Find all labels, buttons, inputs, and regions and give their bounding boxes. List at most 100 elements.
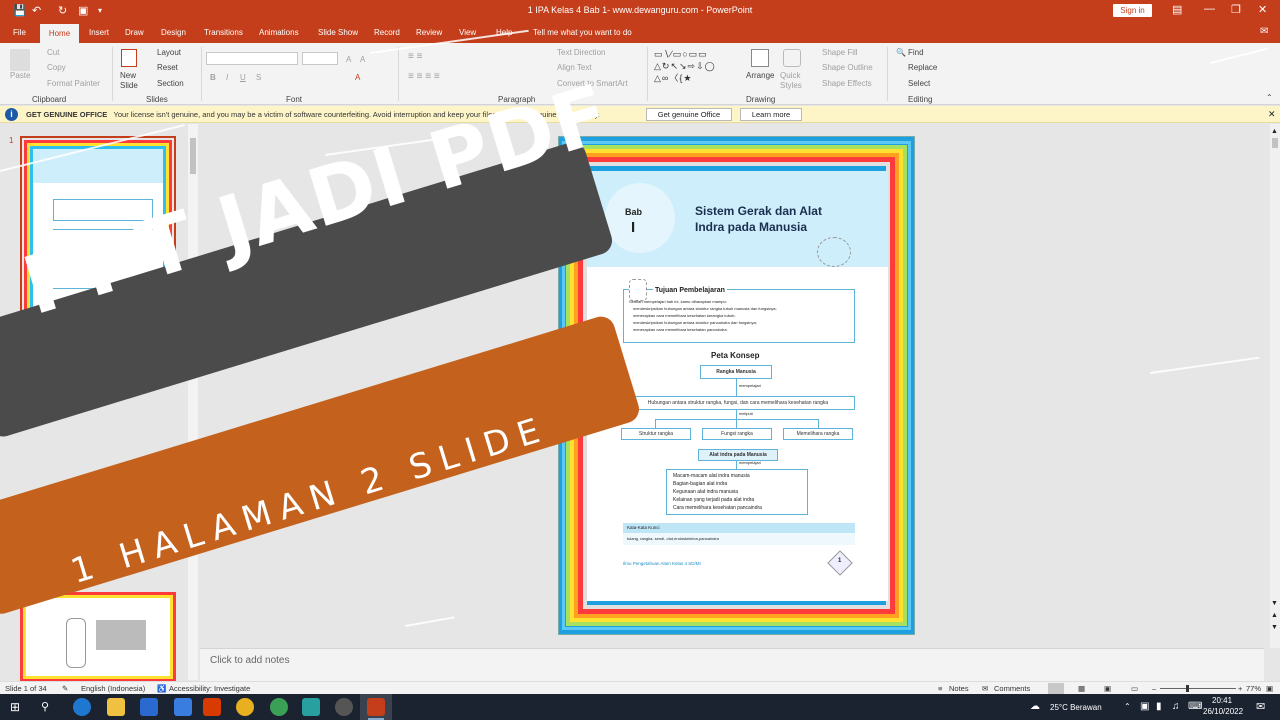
reset-button[interactable]: Reset (157, 63, 178, 72)
learn-more-button[interactable]: Learn more (740, 108, 802, 121)
windows-start-icon[interactable]: ⊞ (10, 700, 20, 714)
bold-icon[interactable]: B (210, 73, 216, 82)
paste-icon[interactable] (10, 49, 30, 71)
next-slide-icon[interactable]: ▼ (1271, 624, 1278, 631)
comments-button[interactable]: Comments (994, 684, 1030, 693)
ribbon-display-options-icon[interactable]: ▤ (1172, 3, 1182, 16)
language-indicator[interactable]: English (Indonesia) (81, 684, 145, 693)
quick-styles-icon[interactable] (783, 49, 801, 67)
close-icon[interactable]: ✕ (1258, 3, 1267, 16)
cut-button[interactable]: Cut (47, 48, 59, 57)
weather-icon[interactable]: ☁ (1030, 701, 1040, 712)
edge-icon[interactable] (73, 698, 91, 716)
font-family-dropdown[interactable] (206, 52, 298, 65)
maximize-icon[interactable]: ❐ (1231, 3, 1241, 16)
spelling-icon[interactable]: ✎ (62, 684, 68, 693)
slide-thumbnail-2[interactable] (20, 592, 176, 682)
tray-chevron-icon[interactable]: ⌃ (1124, 702, 1131, 711)
decrease-font-icon[interactable]: A (360, 55, 365, 64)
quick-styles-button[interactable]: Quick Styles (780, 71, 804, 91)
get-genuine-button[interactable]: Get genuine Office (646, 108, 732, 121)
arrange-icon[interactable] (751, 49, 769, 67)
volume-icon[interactable]: ♫ (1172, 701, 1180, 712)
font-color-icon[interactable]: A (355, 73, 360, 82)
collapse-ribbon-icon[interactable]: ⌃ (1266, 93, 1273, 102)
scroll-thumb[interactable] (1272, 138, 1278, 148)
accessibility-status[interactable]: Accessibility: Investigate (169, 684, 250, 693)
slide-scrollbar[interactable]: ▲ ▼ ▲ ▼ (1270, 124, 1280, 648)
shape-fill-button[interactable]: Shape Fill (822, 48, 858, 57)
tell-me-search[interactable]: Tell me what you want to do (533, 28, 632, 37)
new-slide-icon[interactable] (121, 49, 137, 67)
tab-draw[interactable]: Draw (125, 28, 144, 37)
notes-icon[interactable]: ≡ (938, 684, 942, 693)
sign-in-button[interactable]: Sign in (1113, 4, 1152, 17)
notes-button[interactable]: Notes (949, 684, 969, 693)
copy-button[interactable]: Copy (47, 63, 66, 72)
powerpoint-icon[interactable] (367, 698, 385, 716)
file-explorer-icon[interactable] (107, 698, 125, 716)
tab-file[interactable]: File (13, 28, 26, 37)
zoom-in-icon[interactable]: + (1238, 684, 1242, 693)
increase-font-icon[interactable]: A (346, 55, 351, 64)
notifications-icon[interactable]: ✉ (1256, 700, 1265, 713)
chrome-icon[interactable] (236, 698, 254, 716)
select-button[interactable]: Select (908, 79, 930, 88)
notes-pane[interactable]: Click to add notes (200, 648, 1264, 681)
scroll-down-icon[interactable]: ▼ (1271, 600, 1278, 607)
shape-effects-button[interactable]: Shape Effects (822, 79, 872, 88)
normal-view-icon[interactable] (1048, 683, 1064, 694)
arrange-button[interactable]: Arrange (746, 71, 774, 80)
tab-transitions[interactable]: Transitions (204, 28, 243, 37)
weather-text[interactable]: 25°C Berawan (1050, 703, 1102, 712)
tab-design[interactable]: Design (161, 28, 186, 37)
fit-slide-icon[interactable]: ▣ (1266, 684, 1273, 693)
tab-review[interactable]: Review (416, 28, 442, 37)
slide-sorter-icon[interactable]: ▦ (1078, 684, 1085, 693)
tab-home[interactable]: Home (40, 24, 79, 43)
text-direction-button[interactable]: Text Direction (557, 48, 605, 57)
shape-outline-button[interactable]: Shape Outline (822, 63, 873, 72)
layout-button[interactable]: Layout (157, 48, 181, 57)
tab-record[interactable]: Record (374, 28, 400, 37)
shadow-icon[interactable]: S (256, 73, 261, 82)
paste-button[interactable]: Paste (10, 71, 30, 80)
shapes-gallery[interactable]: ▭∖∕▭○▭▭ △↻↖↘⇨⇩◯ △∞〈{★ (654, 48, 739, 88)
minimize-icon[interactable]: — (1204, 3, 1215, 15)
replace-button[interactable]: Replace (908, 63, 937, 72)
reading-view-icon[interactable]: ▣ (1104, 684, 1111, 693)
chrome-profile-icon[interactable] (270, 698, 288, 716)
find-button[interactable]: Find (908, 48, 924, 57)
underline-icon[interactable]: U (240, 73, 246, 82)
scroll-up-icon[interactable]: ▲ (1271, 128, 1278, 135)
keyboard-icon[interactable]: ⌨ (1188, 701, 1202, 712)
zoom-level[interactable]: 77% (1246, 684, 1261, 693)
font-size-dropdown[interactable] (302, 52, 338, 65)
search-icon[interactable]: ⚲ (41, 700, 49, 713)
italic-icon[interactable]: I (226, 73, 228, 82)
zoom-slider-thumb[interactable] (1186, 685, 1189, 692)
mail-icon[interactable] (174, 698, 192, 716)
slideshow-icon[interactable]: ▭ (1131, 684, 1138, 693)
obs-icon[interactable] (335, 698, 353, 716)
comments-status-icon[interactable]: ✉ (982, 684, 988, 693)
battery-icon[interactable]: ▮ (1156, 701, 1162, 712)
network-icon[interactable]: ▣ (1140, 701, 1149, 712)
tab-view[interactable]: View (459, 28, 476, 37)
close-infobar-icon[interactable]: ✕ (1268, 109, 1276, 120)
find-icon[interactable]: 🔍 (896, 48, 906, 57)
new-slide-button[interactable]: New Slide (120, 71, 142, 91)
comments-icon[interactable]: ✉ (1260, 26, 1268, 37)
bullets-icon[interactable]: ≡ ≡ (408, 51, 422, 62)
office-icon[interactable] (203, 698, 221, 716)
clock-time[interactable]: 20:41 (1212, 696, 1232, 705)
tab-slide-show[interactable]: Slide Show (318, 28, 358, 37)
app-icon[interactable] (302, 698, 320, 716)
store-icon[interactable] (140, 698, 158, 716)
clock-date[interactable]: 26/10/2022 (1203, 707, 1243, 716)
previous-slide-icon[interactable]: ▲ (1271, 612, 1278, 619)
section-button[interactable]: Section (157, 79, 184, 88)
tab-insert[interactable]: Insert (89, 28, 109, 37)
powerpoint-task-active[interactable] (360, 694, 392, 720)
format-painter-button[interactable]: Format Painter (47, 79, 100, 88)
